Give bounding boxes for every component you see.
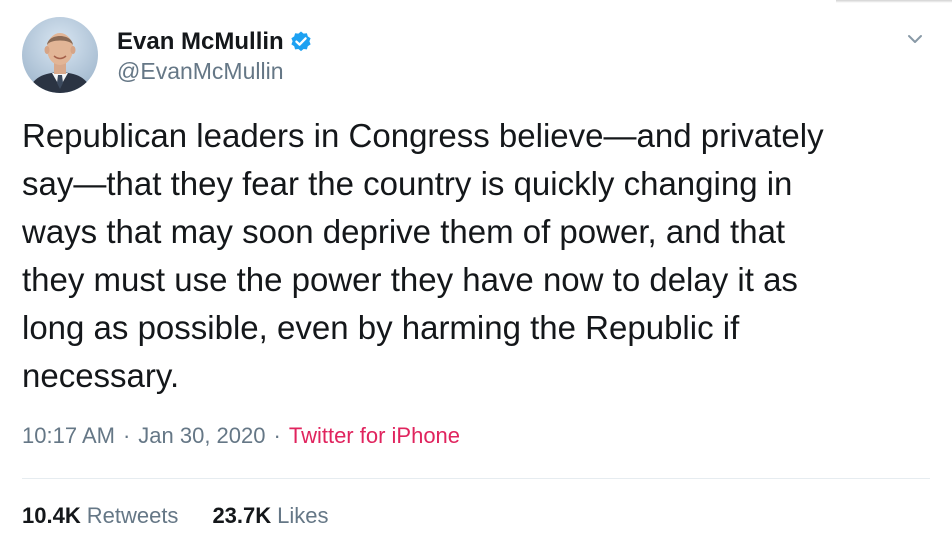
tweet-time[interactable]: 10:17 AM — [22, 423, 115, 449]
avatar-image — [22, 17, 98, 93]
author-handle[interactable]: @EvanMcMullin — [117, 58, 284, 85]
verified-badge-icon — [289, 30, 313, 54]
meta-separator: · — [273, 423, 281, 448]
likes-label: Likes — [277, 503, 329, 528]
author-name-row: Evan McMullin — [117, 26, 313, 58]
tweet-source-link[interactable]: Twitter for iPhone — [289, 423, 460, 449]
window-edge-shadow — [836, 0, 952, 3]
chevron-down-icon — [908, 35, 922, 43]
retweets-label: Retweets — [86, 503, 179, 528]
tweet-meta: 10:17 AM · Jan 30, 2020 · Twitter for iP… — [22, 423, 460, 449]
author-avatar[interactable] — [22, 17, 98, 93]
likes-count: 23.7K — [212, 503, 272, 528]
tweet-date[interactable]: Jan 30, 2020 — [138, 423, 265, 449]
meta-separator: · — [122, 423, 131, 448]
retweets-count: 10.4K — [22, 503, 81, 528]
tweet-menu-button[interactable] — [902, 28, 928, 50]
retweets-stat[interactable]: 10.4K Retweets — [22, 503, 178, 529]
author-display-name[interactable]: Evan McMullin — [117, 28, 284, 56]
divider — [22, 478, 930, 479]
tweet-stats: 10.4K Retweets 23.7K Likes — [22, 503, 363, 529]
likes-stat[interactable]: 23.7K Likes — [212, 503, 328, 529]
tweet-text: Republican leaders in Congress believe—a… — [22, 117, 824, 394]
